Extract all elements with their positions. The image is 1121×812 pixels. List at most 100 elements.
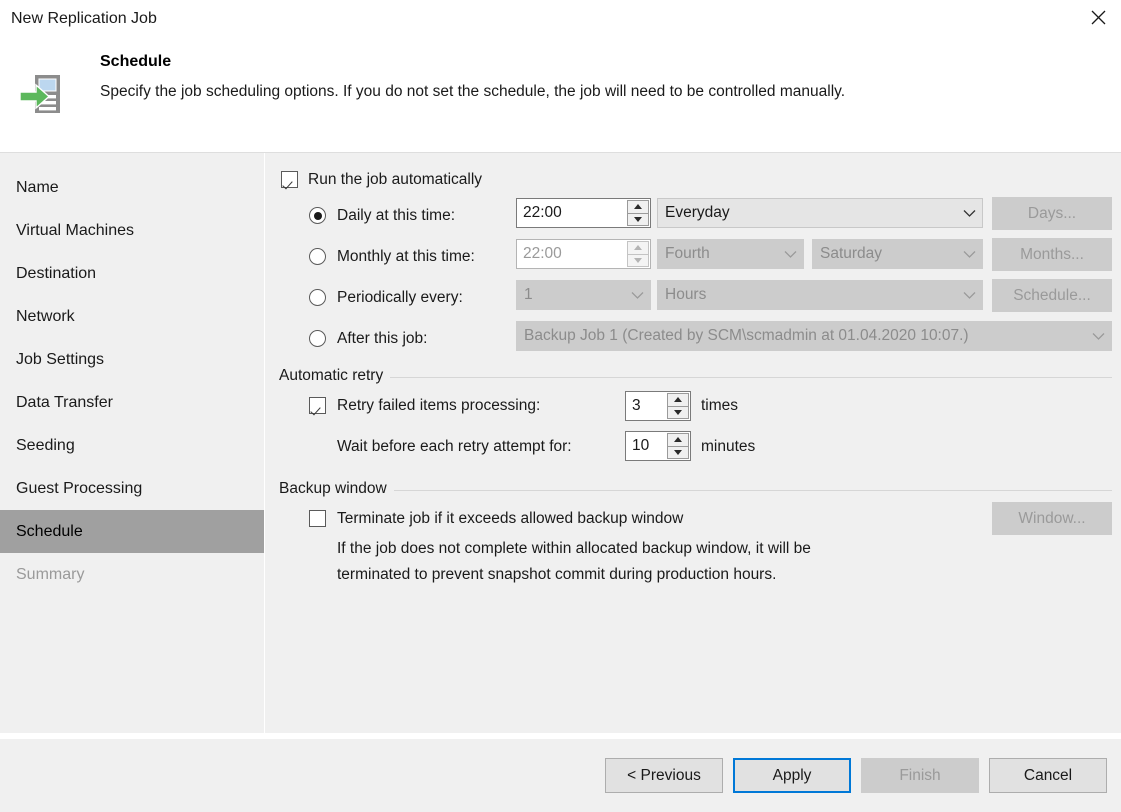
chevron-down-icon: [624, 291, 650, 300]
wizard-steps-sidebar: Name Virtual Machines Destination Networ…: [0, 153, 264, 733]
monthly-week-value: Fourth: [665, 245, 710, 262]
sidebar-item-name[interactable]: Name: [0, 166, 264, 209]
monthly-time-value: 22:00: [523, 245, 562, 262]
wait-minutes-value: 10: [632, 437, 650, 454]
periodically-count-value: 1: [524, 286, 533, 303]
sidebar-item-label: Destination: [16, 264, 97, 282]
spin-down-icon[interactable]: [667, 446, 689, 459]
sidebar-item-seeding[interactable]: Seeding: [0, 424, 264, 467]
monthly-time-arrows: [627, 241, 649, 267]
backup-window-group-rule: [279, 490, 1112, 491]
previous-button[interactable]: < Previous: [605, 758, 723, 793]
chevron-down-icon: [956, 291, 982, 300]
months-button: Months...: [992, 238, 1112, 271]
retry-failed-items-label: Retry failed items processing:: [337, 397, 541, 414]
chevron-down-icon: [956, 250, 982, 259]
run-automatically-label: Run the job automatically: [308, 171, 483, 188]
sidebar-item-label: Seeding: [16, 436, 75, 454]
daily-radio[interactable]: [309, 207, 326, 224]
daily-label: Daily at this time:: [337, 207, 456, 224]
sidebar-item-data-transfer[interactable]: Data Transfer: [0, 381, 264, 424]
automatic-retry-group-rule: [279, 377, 1112, 378]
sidebar-item-schedule[interactable]: Schedule: [0, 510, 264, 553]
retry-times-unit-label: times: [701, 397, 739, 414]
spin-up-icon[interactable]: [667, 433, 689, 447]
spin-down-icon[interactable]: [627, 213, 649, 226]
schedule-options-pane: Run the job automatically Daily at this …: [265, 153, 1121, 733]
cancel-button[interactable]: Cancel: [989, 758, 1107, 793]
window-title: New Replication Job: [11, 10, 157, 27]
backup-window-hint-line2: terminated to prevent snapshot commit du…: [337, 566, 777, 583]
replication-job-icon: [18, 70, 66, 118]
daily-time-arrows: [627, 200, 649, 226]
periodically-unit-value: Hours: [665, 286, 707, 303]
retry-times-spinner[interactable]: 3: [625, 391, 691, 421]
terminate-job-label: Terminate job if it exceeds allowed back…: [337, 510, 684, 527]
retry-times-arrows: [667, 393, 689, 419]
backup-window-hint-line1: If the job does not complete within allo…: [337, 540, 811, 557]
sidebar-item-label: Data Transfer: [16, 393, 113, 411]
after-job-radio[interactable]: [309, 330, 326, 347]
sidebar-item-summary: Summary: [0, 553, 264, 596]
sidebar-item-virtual-machines[interactable]: Virtual Machines: [0, 209, 264, 252]
new-replication-job-wizard: New Replication Job Schedule Specify the…: [0, 0, 1121, 812]
terminate-job-checkbox[interactable]: [309, 510, 326, 527]
wait-minutes-arrows: [667, 433, 689, 459]
daily-day-combo[interactable]: Everyday: [657, 198, 983, 228]
retry-times-value: 3: [632, 397, 641, 414]
run-automatically-checkbox[interactable]: [281, 171, 298, 188]
after-job-combo: Backup Job 1 (Created by SCM\scmadmin at…: [516, 321, 1112, 351]
close-icon[interactable]: [1075, 0, 1121, 34]
apply-button[interactable]: Apply: [733, 758, 851, 793]
daily-day-value: Everyday: [665, 204, 730, 221]
wait-before-retry-label: Wait before each retry attempt for:: [337, 438, 572, 455]
days-button: Days...: [992, 197, 1112, 230]
monthly-radio[interactable]: [309, 248, 326, 265]
monthly-day-value: Saturday: [820, 245, 883, 262]
after-job-label: After this job:: [337, 330, 428, 347]
sidebar-item-label: Name: [16, 178, 59, 196]
periodically-label: Periodically every:: [337, 289, 463, 306]
monthly-label: Monthly at this time:: [337, 248, 475, 265]
sidebar-item-label: Network: [16, 307, 75, 325]
wizard-footer: < Previous Apply Finish Cancel: [0, 739, 1121, 812]
periodically-unit-combo: Hours: [657, 280, 983, 310]
periodically-radio[interactable]: [309, 289, 326, 306]
monthly-week-combo: Fourth: [657, 239, 804, 269]
sidebar-item-destination[interactable]: Destination: [0, 252, 264, 295]
backup-window-group-label: Backup window: [279, 480, 394, 498]
schedule-button: Schedule...: [992, 279, 1112, 312]
periodically-count-combo: 1: [516, 280, 651, 310]
finish-button: Finish: [861, 758, 979, 793]
sidebar-item-job-settings[interactable]: Job Settings: [0, 338, 264, 381]
sidebar-item-network[interactable]: Network: [0, 295, 264, 338]
chevron-down-icon: [1085, 332, 1111, 341]
spin-up-icon[interactable]: [627, 200, 649, 214]
page-title: Schedule: [100, 53, 172, 70]
after-job-value: Backup Job 1 (Created by SCM\scmadmin at…: [524, 327, 969, 344]
monthly-time-spinner: 22:00: [516, 239, 651, 269]
daily-time-spinner[interactable]: 22:00: [516, 198, 651, 228]
wizard-header: Schedule Specify the job scheduling opti…: [0, 42, 1121, 152]
sidebar-item-label: Guest Processing: [16, 479, 143, 497]
chevron-down-icon: [777, 250, 803, 259]
sidebar-item-label: Summary: [16, 565, 85, 583]
page-description: Specify the job scheduling options. If y…: [100, 83, 846, 100]
spin-up-icon[interactable]: [667, 393, 689, 407]
sidebar-item-label: Job Settings: [16, 350, 105, 368]
daily-time-value: 22:00: [523, 204, 562, 221]
spin-down-icon: [627, 254, 649, 267]
wait-minutes-unit-label: minutes: [701, 438, 756, 455]
chevron-down-icon: [956, 209, 982, 218]
wait-minutes-spinner[interactable]: 10: [625, 431, 691, 461]
title-bar: New Replication Job: [0, 0, 1121, 42]
sidebar-item-label: Virtual Machines: [16, 221, 134, 239]
spin-up-icon: [627, 241, 649, 255]
automatic-retry-group-label: Automatic retry: [279, 367, 391, 385]
retry-failed-items-checkbox[interactable]: [309, 397, 326, 414]
sidebar-item-label: Schedule: [16, 522, 83, 540]
spin-down-icon[interactable]: [667, 406, 689, 419]
window-button: Window...: [992, 502, 1112, 535]
monthly-day-combo: Saturday: [812, 239, 983, 269]
sidebar-item-guest-processing[interactable]: Guest Processing: [0, 467, 264, 510]
